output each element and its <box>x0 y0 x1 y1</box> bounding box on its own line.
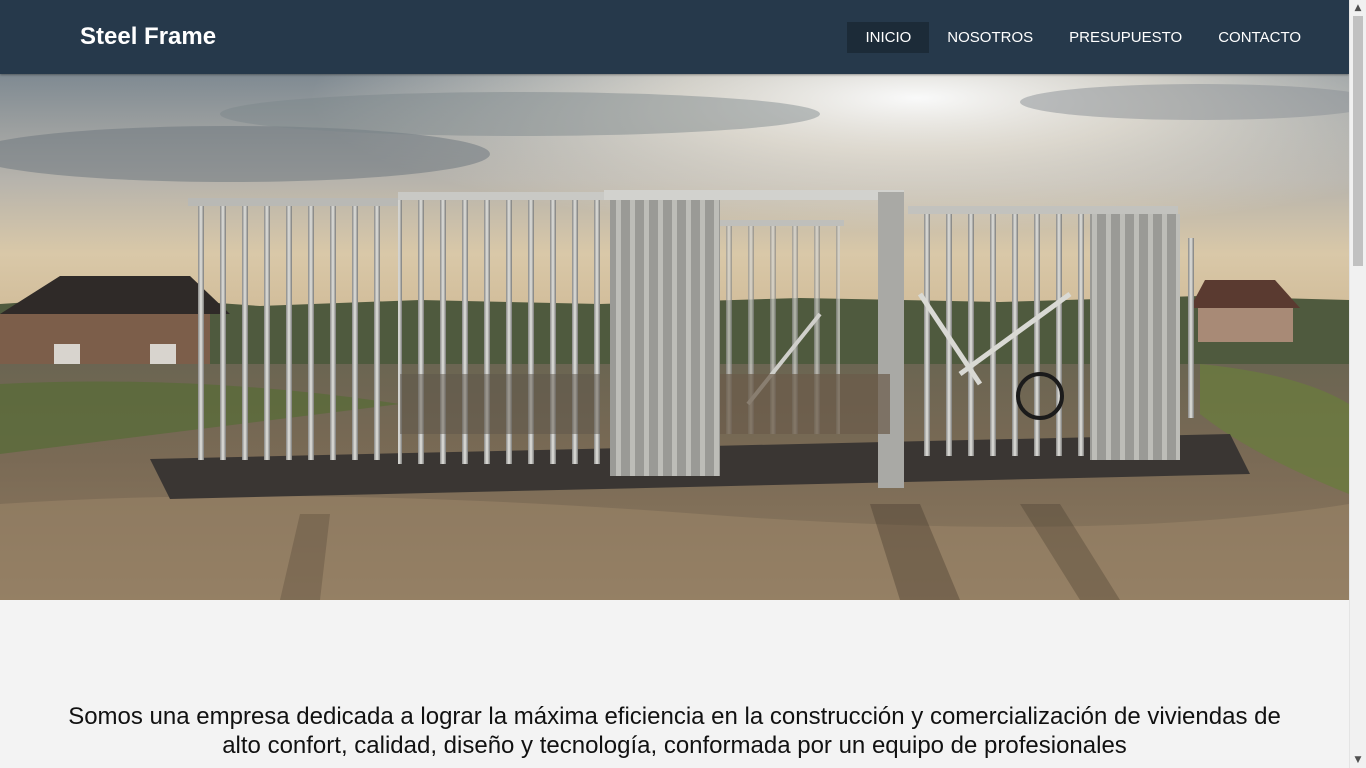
nav-item-inicio[interactable]: INICIO <box>847 22 930 53</box>
main-nav: INICIO NOSOTROS PRESUPUESTO CONTACTO <box>847 22 1319 53</box>
page: Steel Frame INICIO NOSOTROS PRESUPUESTO … <box>0 0 1349 768</box>
intro-paragraph: Somos una empresa dedicada a lograr la m… <box>68 703 1281 759</box>
scroll-down-arrow-icon[interactable]: ▼ <box>1350 752 1366 768</box>
nav-item-contacto[interactable]: CONTACTO <box>1200 22 1319 53</box>
brand-logo[interactable]: Steel Frame <box>80 22 216 52</box>
hero-image <box>0 74 1349 600</box>
navbar: Steel Frame INICIO NOSOTROS PRESUPUESTO … <box>0 0 1349 74</box>
nav-item-presupuesto[interactable]: PRESUPUESTO <box>1051 22 1200 53</box>
scroll-up-arrow-icon[interactable]: ▲ <box>1350 0 1366 16</box>
nav-item-nosotros[interactable]: NOSOTROS <box>929 22 1051 53</box>
steel-frame-house-photo <box>0 74 1349 600</box>
vertical-scrollbar[interactable]: ▲ ▼ <box>1349 0 1366 768</box>
scroll-thumb[interactable] <box>1353 16 1363 266</box>
